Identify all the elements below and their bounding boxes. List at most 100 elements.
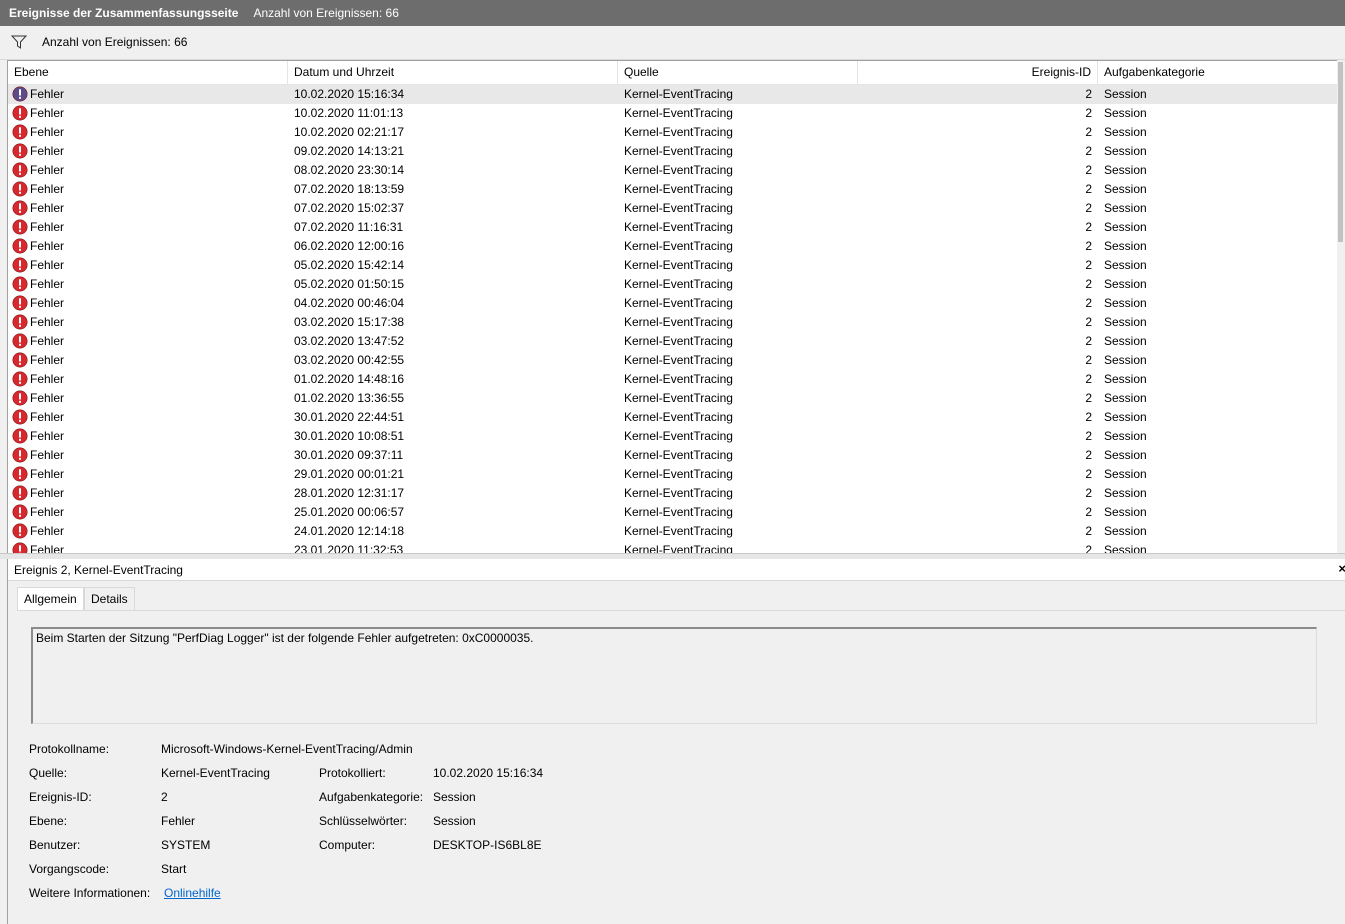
cell-ereignis-id: 2 [1085, 353, 1092, 367]
close-icon[interactable]: × [1338, 561, 1345, 576]
label-protokolliert: Protokolliert: [319, 766, 386, 780]
filter-event-count: Anzahl von Ereignissen: 66 [42, 35, 188, 49]
cell-quelle: Kernel-EventTracing [624, 372, 733, 386]
error-icon [12, 371, 28, 387]
cell-ebene: Fehler [30, 486, 65, 500]
cell-ebene: Fehler [30, 505, 65, 519]
cell-datum: 03.02.2020 13:47:52 [294, 334, 405, 348]
error-icon [12, 447, 28, 463]
error-icon [12, 181, 28, 197]
cell-quelle: Kernel-EventTracing [624, 201, 733, 215]
table-row[interactable]: Fehler 08.02.2020 23:30:14 Kernel-EventTra… [8, 161, 1338, 180]
table-row[interactable]: Fehler 06.02.2020 12:00:16 Kernel-EventTra… [8, 237, 1338, 256]
column-header-aufgabenkategorie[interactable]: Aufgabenkategorie [1098, 61, 1338, 84]
label-computer: Computer: [319, 838, 376, 852]
value-protokolliert: 10.02.2020 15:16:34 [433, 766, 544, 780]
table-row[interactable]: Fehler 10.02.2020 02:21:17 Kernel-EventTra… [8, 123, 1338, 142]
cell-datum: 03.02.2020 00:42:55 [294, 353, 405, 367]
cell-ereignis-id: 2 [1085, 524, 1092, 538]
cell-datum: 10.02.2020 11:01:13 [294, 106, 404, 120]
cell-aufgabenkategorie: Session [1104, 334, 1147, 348]
error-icon [12, 428, 28, 444]
table-row[interactable]: Fehler 03.02.2020 00:42:55 Kernel-EventTra… [8, 351, 1338, 370]
cell-datum: 07.02.2020 11:16:31 [294, 220, 404, 234]
error-icon [12, 276, 28, 292]
error-icon [12, 504, 28, 520]
value-benutzer: SYSTEM [161, 838, 211, 852]
cell-aufgabenkategorie: Session [1104, 182, 1147, 196]
error-icon [12, 143, 28, 159]
error-icon [12, 295, 28, 311]
tab-allgemein[interactable]: Allgemein [17, 587, 84, 611]
cell-datum: 25.01.2020 00:06:57 [294, 505, 405, 519]
table-row[interactable]: Fehler 09.02.2020 14:13:21 Kernel-EventTra… [8, 142, 1338, 161]
title-event-count: Anzahl von Ereignissen: 66 [253, 6, 399, 20]
table-row[interactable]: Fehler 30.01.2020 10:08:51 Kernel-EventTra… [8, 427, 1338, 446]
cell-datum: 30.01.2020 10:08:51 [294, 429, 405, 443]
cell-ereignis-id: 2 [1085, 448, 1092, 462]
cell-datum: 05.02.2020 15:42:14 [294, 258, 405, 272]
table-row[interactable]: Fehler 07.02.2020 18:13:59 Kernel-EventTra… [8, 180, 1338, 199]
table-row[interactable]: Fehler 30.01.2020 09:37:11 Kernel-EventTra… [8, 446, 1338, 465]
label-benutzer: Benutzer: [29, 838, 81, 852]
event-list-scrollbar[interactable] [1337, 60, 1345, 553]
column-header-datum[interactable]: Datum und Uhrzeit [288, 61, 618, 84]
cell-ereignis-id: 2 [1085, 239, 1092, 253]
table-row[interactable]: Fehler 24.01.2020 12:14:18 Kernel-EventTra… [8, 522, 1338, 541]
table-row[interactable]: Fehler 07.02.2020 11:16:31 Kernel-EventTra… [8, 218, 1338, 237]
table-row[interactable]: Fehler 10.02.2020 15:16:34 Kernel-EventTra… [8, 85, 1338, 104]
table-row[interactable]: Fehler 23.01.2020 11:32:53 Kernel-EventTra… [8, 541, 1338, 553]
cell-datum: 23.01.2020 11:32:53 [294, 543, 404, 553]
cell-ebene: Fehler [30, 106, 65, 120]
detail-header: Ereignis 2, Kernel-EventTracing × [8, 559, 1345, 581]
scrollbar-thumb[interactable] [1338, 62, 1343, 242]
cell-ereignis-id: 2 [1085, 372, 1092, 386]
table-row[interactable]: Fehler 25.01.2020 00:06:57 Kernel-EventTra… [8, 503, 1338, 522]
cell-quelle: Kernel-EventTracing [624, 125, 733, 139]
column-header-quelle[interactable]: Quelle [618, 61, 858, 84]
table-row[interactable]: Fehler 03.02.2020 15:17:38 Kernel-EventTra… [8, 313, 1338, 332]
label-weitere-informationen: Weitere Informationen: [29, 886, 151, 900]
table-row[interactable]: Fehler 29.01.2020 00:01:21 Kernel-EventTra… [8, 465, 1338, 484]
event-message-box[interactable]: Beim Starten der Sitzung "PerfDiag Logge… [31, 627, 1317, 724]
cell-quelle: Kernel-EventTracing [624, 163, 733, 177]
cell-quelle: Kernel-EventTracing [624, 391, 733, 405]
cell-ereignis-id: 2 [1085, 315, 1092, 329]
cell-datum: 30.01.2020 09:37:11 [294, 448, 404, 462]
event-list[interactable]: Ebene Datum und Uhrzeit Quelle Ereignis-… [7, 60, 1345, 553]
table-row[interactable]: Fehler 01.02.2020 14:48:16 Kernel-EventTra… [8, 370, 1338, 389]
table-row[interactable]: Fehler 30.01.2020 22:44:51 Kernel-EventTra… [8, 408, 1338, 427]
cell-ebene: Fehler [30, 163, 65, 177]
cell-ebene: Fehler [30, 277, 65, 291]
error-icon [12, 485, 28, 501]
cell-quelle: Kernel-EventTracing [624, 524, 733, 538]
table-row[interactable]: Fehler 05.02.2020 01:50:15 Kernel-EventTra… [8, 275, 1338, 294]
table-row[interactable]: Fehler 28.01.2020 12:31:17 Kernel-EventTra… [8, 484, 1338, 503]
tab-details[interactable]: Details [84, 587, 135, 610]
error-icon [12, 466, 28, 482]
table-row[interactable]: Fehler 04.02.2020 00:46:04 Kernel-EventTra… [8, 294, 1338, 313]
value-protokollname: Microsoft-Windows-Kernel-EventTracing/Ad… [161, 742, 413, 756]
table-row[interactable]: Fehler 01.02.2020 13:36:55 Kernel-EventTra… [8, 389, 1338, 408]
value-computer: DESKTOP-IS6BL8E [433, 838, 542, 852]
cell-ereignis-id: 2 [1085, 467, 1092, 481]
table-row[interactable]: Fehler 07.02.2020 15:02:37 Kernel-EventTra… [8, 199, 1338, 218]
cell-quelle: Kernel-EventTracing [624, 448, 733, 462]
table-row[interactable]: Fehler 05.02.2020 15:42:14 Kernel-EventTra… [8, 256, 1338, 275]
table-row[interactable]: Fehler 03.02.2020 13:47:52 Kernel-EventTra… [8, 332, 1338, 351]
onlinehilfe-link[interactable]: Onlinehilfe [164, 886, 221, 900]
cell-aufgabenkategorie: Session [1104, 467, 1147, 481]
cell-datum: 08.02.2020 23:30:14 [294, 163, 405, 177]
cell-ebene: Fehler [30, 220, 65, 234]
cell-datum: 07.02.2020 15:02:37 [294, 201, 405, 215]
label-vorgangscode: Vorgangscode: [29, 862, 110, 876]
cell-datum: 03.02.2020 15:17:38 [294, 315, 405, 329]
cell-ereignis-id: 2 [1085, 391, 1092, 405]
cell-ebene: Fehler [30, 182, 65, 196]
column-header-ereignis-id[interactable]: Ereignis-ID [858, 61, 1098, 84]
table-row[interactable]: Fehler 10.02.2020 11:01:13 Kernel-EventTra… [8, 104, 1338, 123]
filter-icon[interactable] [10, 34, 28, 50]
error-icon [12, 86, 28, 102]
column-header-ebene[interactable]: Ebene [8, 61, 288, 84]
value-ebene: Fehler [161, 814, 196, 828]
